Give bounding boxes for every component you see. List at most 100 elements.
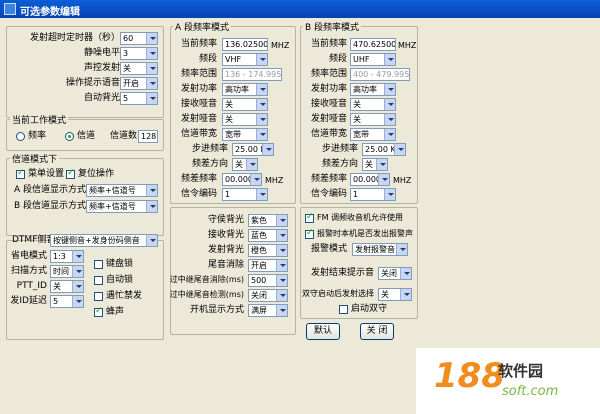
chevron-down-icon[interactable] xyxy=(72,266,83,277)
a-bandwidth-select[interactable]: 宽带 xyxy=(222,128,268,141)
a-step-select[interactable]: 25.00 KHZ xyxy=(232,143,274,156)
a-code-select[interactable]: 1 xyxy=(222,188,268,201)
id-delay-select[interactable]: 5 xyxy=(50,295,84,308)
frequency-radio[interactable] xyxy=(16,132,25,141)
b-offset-dir-select[interactable]: 关 xyxy=(362,158,388,171)
chevron-down-icon[interactable] xyxy=(276,245,287,256)
start-dual-checkbox[interactable] xyxy=(339,305,348,314)
chevron-down-icon[interactable] xyxy=(276,275,287,286)
auto-backlight-select[interactable]: 5 xyxy=(120,92,158,105)
channel-label[interactable]: 信道 xyxy=(77,130,95,142)
chevron-down-icon[interactable] xyxy=(146,48,157,59)
key-lock-label[interactable]: 键盘锁 xyxy=(106,258,133,270)
chevron-down-icon[interactable] xyxy=(72,251,83,262)
channel-radio[interactable] xyxy=(65,132,74,141)
b-code-select[interactable]: 1 xyxy=(350,188,396,201)
chevron-down-icon[interactable] xyxy=(400,289,411,300)
b-display-select[interactable]: 频率+信道号 xyxy=(86,200,158,213)
chevron-down-icon[interactable] xyxy=(262,144,273,155)
chevron-down-icon[interactable] xyxy=(256,129,267,140)
chevron-down-icon[interactable] xyxy=(276,305,287,316)
fm-radio-checkbox[interactable] xyxy=(305,212,314,223)
b-offset-freq-select[interactable]: 00.000M xyxy=(350,173,390,186)
rx-bl-select[interactable]: 蓝色 xyxy=(248,229,288,242)
chevron-down-icon[interactable] xyxy=(256,54,267,65)
chevron-down-icon[interactable] xyxy=(72,281,83,292)
alarm-mode-select[interactable]: 发射报警音 xyxy=(352,243,408,256)
alarm-sound-label[interactable]: 报警时本机是否发出报警声 xyxy=(317,228,413,240)
reset-label[interactable]: 复位操作 xyxy=(78,168,114,180)
frequency-label[interactable]: 频率 xyxy=(28,130,46,142)
save-mode-select[interactable]: 1:3 xyxy=(50,250,84,263)
dual-start-select[interactable]: 关 xyxy=(378,288,412,301)
alarm-sound-checkbox[interactable] xyxy=(305,228,314,239)
start-dual-label[interactable]: 启动双守 xyxy=(351,303,387,315)
tx-end-select[interactable]: 关闭 xyxy=(378,267,412,280)
a-band-select[interactable]: VHF xyxy=(222,53,268,66)
chevron-down-icon[interactable] xyxy=(146,93,157,104)
boot-display-select[interactable]: 满屏 xyxy=(248,304,288,317)
chevron-down-icon[interactable] xyxy=(396,244,407,255)
b-band-select[interactable]: UHF xyxy=(350,53,396,66)
tx-bl-select[interactable]: 橙色 xyxy=(248,244,288,257)
chevron-down-icon[interactable] xyxy=(378,174,389,185)
tx-timer-select[interactable]: 60 xyxy=(120,32,158,45)
tail-select[interactable]: 开启 xyxy=(248,259,288,272)
b-power-select[interactable]: 高功率 xyxy=(350,83,396,96)
a-display-select[interactable]: 频率+信道号 xyxy=(86,184,158,197)
chevron-down-icon[interactable] xyxy=(276,230,287,241)
auto-lock-checkbox[interactable] xyxy=(94,276,103,285)
chevron-down-icon[interactable] xyxy=(146,235,157,246)
a-offset-freq-select[interactable]: 00.000M xyxy=(222,173,262,186)
fm-radio-label[interactable]: FM 调频收音机允许使用 xyxy=(317,212,403,224)
chevron-down-icon[interactable] xyxy=(400,268,411,279)
chevron-down-icon[interactable] xyxy=(250,174,261,185)
chevron-down-icon[interactable] xyxy=(384,129,395,140)
chevron-down-icon[interactable] xyxy=(146,63,157,74)
voice-prompt-select[interactable]: 开启 xyxy=(120,77,158,90)
vox-select[interactable]: 关 xyxy=(120,62,158,75)
chevron-down-icon[interactable] xyxy=(276,290,287,301)
chevron-down-icon[interactable] xyxy=(146,201,157,212)
scan-mode-select[interactable]: 时间 xyxy=(50,265,84,278)
chevron-down-icon[interactable] xyxy=(246,159,257,170)
dtmf-select[interactable]: 按键侧音+发身份码侧音 xyxy=(50,234,158,247)
relay-detect-select[interactable]: 关闭 xyxy=(248,289,288,302)
a-current-freq-input[interactable]: 136.02500 xyxy=(222,38,268,51)
chevron-down-icon[interactable] xyxy=(384,189,395,200)
b-current-freq-input[interactable]: 470.62500 xyxy=(350,38,396,51)
chevron-down-icon[interactable] xyxy=(146,78,157,89)
ptt-id-select[interactable]: 关 xyxy=(50,280,84,293)
b-step-select[interactable]: 25.00 KHZ xyxy=(362,143,406,156)
chevron-down-icon[interactable] xyxy=(72,296,83,307)
chevron-down-icon[interactable] xyxy=(276,215,287,226)
chevron-down-icon[interactable] xyxy=(384,84,395,95)
key-lock-checkbox[interactable] xyxy=(94,260,103,269)
reset-checkbox[interactable] xyxy=(66,168,75,179)
chevron-down-icon[interactable] xyxy=(256,114,267,125)
menu-setting-label[interactable]: 菜单设置 xyxy=(28,168,64,180)
relay-tail-select[interactable]: 500 xyxy=(248,274,288,287)
busy-lock-checkbox[interactable] xyxy=(94,292,103,301)
chevron-down-icon[interactable] xyxy=(376,159,387,170)
standby-bl-select[interactable]: 紫色 xyxy=(248,214,288,227)
b-tx-tone-select[interactable]: 关 xyxy=(350,113,396,126)
chevron-down-icon[interactable] xyxy=(146,33,157,44)
b-rx-tone-select[interactable]: 关 xyxy=(350,98,396,111)
squelch-select[interactable]: 3 xyxy=(120,47,158,60)
chevron-down-icon[interactable] xyxy=(394,144,405,155)
chevron-down-icon[interactable] xyxy=(384,99,395,110)
a-offset-dir-select[interactable]: 关 xyxy=(232,158,258,171)
b-bandwidth-select[interactable]: 宽带 xyxy=(350,128,396,141)
chevron-down-icon[interactable] xyxy=(256,99,267,110)
menu-setting-checkbox[interactable] xyxy=(16,168,25,179)
beep-checkbox[interactable] xyxy=(94,306,103,317)
a-power-select[interactable]: 高功率 xyxy=(222,83,268,96)
chevron-down-icon[interactable] xyxy=(146,185,157,196)
beep-label[interactable]: 蜂声 xyxy=(106,306,124,318)
channel-count-input[interactable]: 128 xyxy=(138,130,158,143)
chevron-down-icon[interactable] xyxy=(256,84,267,95)
auto-lock-label[interactable]: 自动锁 xyxy=(106,274,133,286)
a-tx-tone-select[interactable]: 关 xyxy=(222,113,268,126)
chevron-down-icon[interactable] xyxy=(256,189,267,200)
